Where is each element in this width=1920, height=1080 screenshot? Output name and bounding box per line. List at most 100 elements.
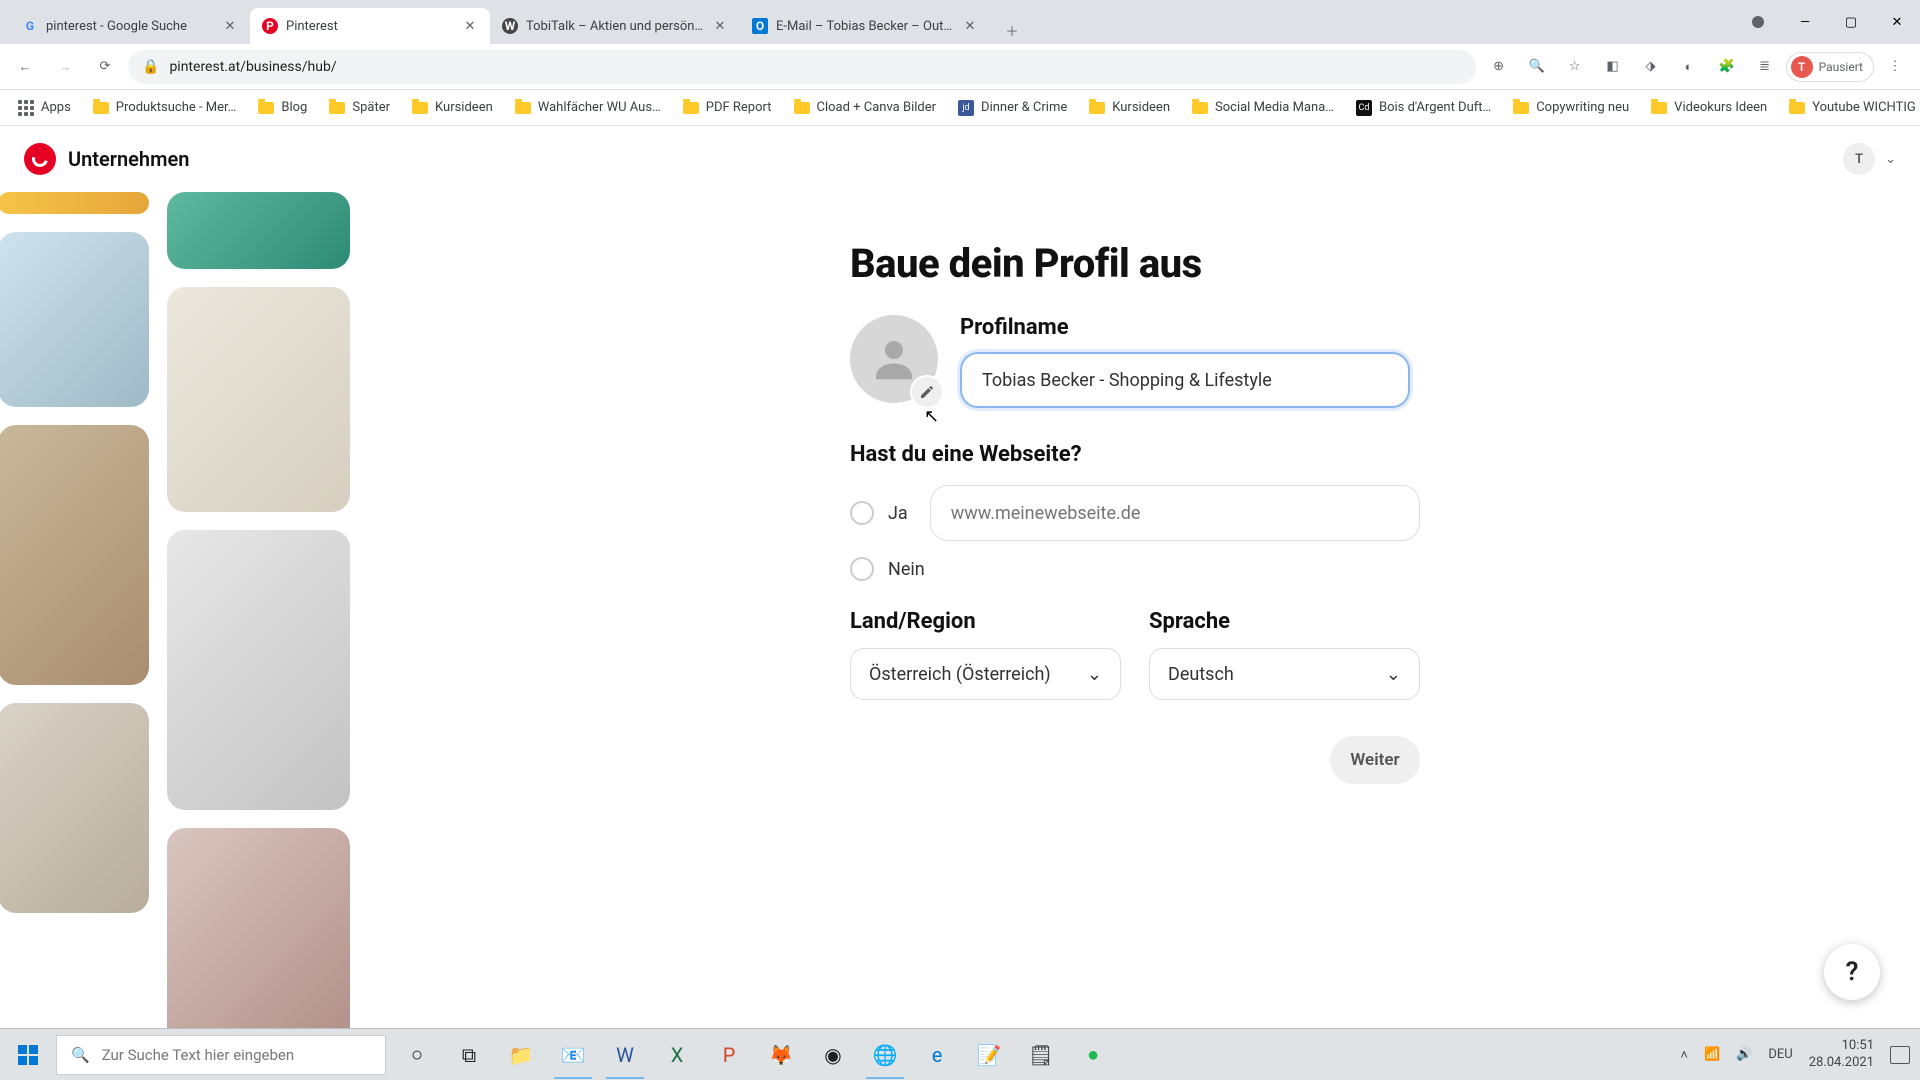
new-tab-button[interactable]: ＋: [998, 16, 1026, 44]
notes-icon[interactable]: 🗒: [1016, 1031, 1066, 1079]
website-input[interactable]: [930, 485, 1420, 541]
tray-expand-icon[interactable]: ˄: [1680, 1047, 1688, 1063]
bookmark-item[interactable]: Kursideen: [1079, 93, 1180, 123]
install-app-icon[interactable]: ⊕: [1482, 50, 1516, 84]
task-view-icon[interactable]: ⧉: [444, 1031, 494, 1079]
toolbar: ← → ⟳ 🔒 pinterest.at/business/hub/ ⊕ 🔍 ☆…: [0, 44, 1920, 90]
bookmark-item[interactable]: Copywriting neu: [1503, 93, 1639, 123]
profile-name-input[interactable]: [960, 352, 1410, 408]
spotify-icon[interactable]: ●: [1068, 1031, 1118, 1079]
lock-icon: 🔒: [142, 59, 159, 75]
back-button[interactable]: ←: [8, 50, 42, 84]
bookmark-apps[interactable]: Apps: [8, 93, 81, 123]
bookmark-item[interactable]: Cload + Canva Bilder: [784, 93, 947, 123]
bookmark-label: Dinner & Crime: [981, 100, 1067, 115]
thumbnail-image: [0, 192, 149, 214]
radio-no[interactable]: [850, 557, 874, 581]
bookmark-item[interactable]: Videokurs Ideen: [1641, 93, 1777, 123]
thumbnail-image: [0, 425, 149, 685]
close-icon[interactable]: ✕: [462, 18, 478, 34]
extension-icon[interactable]: ◧: [1596, 50, 1630, 84]
file-explorer-icon[interactable]: 📁: [496, 1031, 546, 1079]
close-icon[interactable]: ✕: [962, 18, 978, 34]
extensions-puzzle-icon[interactable]: 🧩: [1710, 50, 1744, 84]
close-window-button[interactable]: ✕: [1874, 4, 1920, 40]
chevron-down-icon: ⌄: [1087, 664, 1102, 685]
excel-icon[interactable]: X: [652, 1031, 702, 1079]
bookmark-item[interactable]: Blog: [248, 93, 317, 123]
extension-icon[interactable]: ◐: [1672, 50, 1706, 84]
bookmark-label: Produktsuche - Mer…: [116, 100, 237, 115]
bookmark-item[interactable]: Social Media Mana…: [1182, 93, 1344, 123]
volume-icon[interactable]: 🔊: [1736, 1047, 1752, 1062]
profile-name-label: Profilname: [960, 315, 1420, 340]
notepad-icon[interactable]: 📝: [964, 1031, 1014, 1079]
language-select[interactable]: Deutsch ⌄: [1149, 648, 1420, 700]
tab-google-search[interactable]: G pinterest - Google Suche ✕: [10, 8, 250, 44]
tab-outlook[interactable]: O E-Mail – Tobias Becker – Outlook ✕: [740, 8, 990, 44]
folder-icon: [1192, 100, 1208, 116]
url-text: pinterest.at/business/hub/: [169, 59, 336, 75]
bookmark-star-icon[interactable]: ☆: [1558, 50, 1592, 84]
bookmark-item[interactable]: Youtube WICHTIG: [1779, 93, 1920, 123]
profile-chip[interactable]: T Pausiert: [1786, 52, 1874, 82]
favicon-wordpress: W: [502, 18, 518, 34]
close-icon[interactable]: ✕: [712, 18, 728, 34]
bookmark-item[interactable]: Später: [319, 93, 400, 123]
wifi-icon[interactable]: 📶: [1704, 1047, 1720, 1062]
powerpoint-icon[interactable]: P: [704, 1031, 754, 1079]
bookmark-label: Wahlfächer WU Aus…: [538, 100, 661, 115]
language-value: Deutsch: [1168, 664, 1234, 685]
bookmark-item[interactable]: CdBois d'Argent Duft…: [1346, 93, 1501, 123]
minimize-button[interactable]: ―: [1782, 4, 1828, 40]
bookmark-item[interactable]: Kursideen: [402, 93, 503, 123]
bookmark-label: Copywriting neu: [1536, 100, 1629, 115]
edge-icon[interactable]: e: [912, 1031, 962, 1079]
firefox-icon[interactable]: 🦊: [756, 1031, 806, 1079]
chevron-down-icon[interactable]: ⌄: [1885, 152, 1896, 167]
avatar-upload[interactable]: [850, 315, 938, 403]
help-button[interactable]: ?: [1824, 944, 1880, 1000]
window-controls: ― ▢ ✕: [1752, 0, 1920, 44]
mail-icon[interactable]: 📧: [548, 1031, 598, 1079]
bookmark-item[interactable]: Wahlfächer WU Aus…: [505, 93, 671, 123]
forward-button[interactable]: →: [48, 50, 82, 84]
favicon-pinterest: P: [262, 18, 278, 34]
obs-icon[interactable]: ◉: [808, 1031, 858, 1079]
toolbar-right: ⊕ 🔍 ☆ ◧ ⬗ ◐ 🧩 ≣ T Pausiert ⋮: [1482, 50, 1912, 84]
country-select[interactable]: Österreich (Österreich) ⌄: [850, 648, 1121, 700]
bookmark-label: Youtube WICHTIG: [1812, 100, 1916, 115]
bookmark-label: PDF Report: [706, 100, 772, 115]
account-indicator-icon[interactable]: [1752, 16, 1764, 28]
header-avatar[interactable]: T: [1843, 143, 1875, 175]
cortana-icon[interactable]: ○: [392, 1031, 442, 1079]
zoom-icon[interactable]: 🔍: [1520, 50, 1554, 84]
next-button[interactable]: Weiter: [1330, 736, 1420, 784]
start-button[interactable]: [0, 1029, 56, 1080]
reload-button[interactable]: ⟳: [88, 50, 122, 84]
pencil-icon[interactable]: [912, 377, 942, 407]
extension-icon[interactable]: ⬗: [1634, 50, 1668, 84]
folder-icon: [1089, 100, 1105, 116]
bookmark-item[interactable]: Produktsuche - Mer…: [83, 93, 247, 123]
language-indicator[interactable]: DEU: [1768, 1047, 1792, 1062]
word-icon[interactable]: W: [600, 1031, 650, 1079]
taskbar: 🔍 Zur Suche Text hier eingeben ○ ⧉ 📁 📧 W…: [0, 1028, 1920, 1080]
tab-pinterest[interactable]: P Pinterest ✕: [250, 8, 490, 44]
menu-icon[interactable]: ⋮: [1878, 50, 1912, 84]
clock[interactable]: 10:51 28.04.2021: [1809, 1038, 1874, 1071]
address-bar[interactable]: 🔒 pinterest.at/business/hub/: [128, 50, 1476, 84]
notifications-icon[interactable]: [1890, 1046, 1910, 1064]
close-icon[interactable]: ✕: [222, 18, 238, 34]
chrome-icon[interactable]: 🌐: [860, 1031, 910, 1079]
country-value: Österreich (Österreich): [869, 664, 1051, 685]
bookmark-item[interactable]: PDF Report: [673, 93, 782, 123]
browser-chrome: G pinterest - Google Suche ✕ P Pinterest…: [0, 0, 1920, 126]
bookmark-item[interactable]: jdDinner & Crime: [948, 93, 1077, 123]
maximize-button[interactable]: ▢: [1828, 4, 1874, 40]
reading-list-icon[interactable]: ≣: [1748, 50, 1782, 84]
radio-yes[interactable]: [850, 501, 874, 525]
pinterest-logo-icon[interactable]: [24, 143, 56, 175]
tab-tobitalk[interactable]: W TobiTalk – Aktien und persönlich… ✕: [490, 8, 740, 44]
taskbar-search[interactable]: 🔍 Zur Suche Text hier eingeben: [56, 1035, 386, 1075]
